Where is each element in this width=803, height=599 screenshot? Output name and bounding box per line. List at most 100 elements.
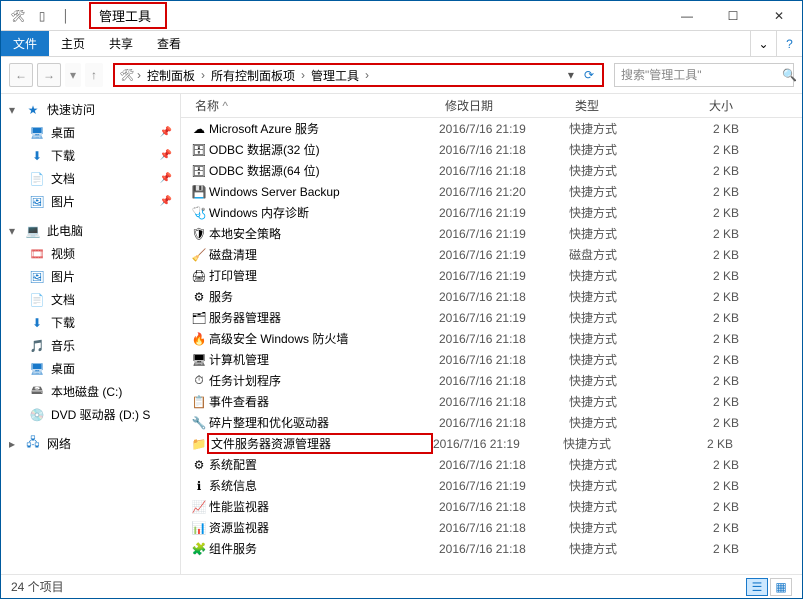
- file-row[interactable]: 📋事件查看器2016/7/16 21:18快捷方式2 KB: [181, 391, 802, 412]
- file-date: 2016/7/16 21:18: [439, 164, 569, 178]
- file-row[interactable]: ℹ系统信息2016/7/16 21:19快捷方式2 KB: [181, 475, 802, 496]
- file-row[interactable]: 📊资源监视器2016/7/16 21:18快捷方式2 KB: [181, 517, 802, 538]
- file-row[interactable]: 🩺Windows 内存诊断2016/7/16 21:19快捷方式2 KB: [181, 202, 802, 223]
- file-row[interactable]: 🖥计算机管理2016/7/16 21:18快捷方式2 KB: [181, 349, 802, 370]
- file-name: 服务: [209, 288, 439, 305]
- sidebar-music[interactable]: 🎵音乐: [1, 334, 180, 357]
- sidebar-desktop2[interactable]: 🖥桌面: [1, 357, 180, 380]
- file-date: 2016/7/16 21:18: [439, 500, 569, 514]
- sidebar-videos[interactable]: 🎞视频: [1, 242, 180, 265]
- file-row[interactable]: ⚙系统配置2016/7/16 21:18快捷方式2 KB: [181, 454, 802, 475]
- file-date: 2016/7/16 21:19: [439, 311, 569, 325]
- file-name: Microsoft Azure 服务: [209, 120, 439, 137]
- tab-share[interactable]: 共享: [97, 31, 145, 56]
- crumb-root[interactable]: 控制面板: [143, 67, 199, 84]
- maximize-button[interactable]: ☐: [710, 1, 756, 31]
- file-row[interactable]: ⚙服务2016/7/16 21:18快捷方式2 KB: [181, 286, 802, 307]
- file-row[interactable]: 🧹磁盘清理2016/7/16 21:19磁盘方式2 KB: [181, 244, 802, 265]
- file-type: 快捷方式: [569, 267, 669, 284]
- col-type[interactable]: 类型: [569, 97, 669, 114]
- search-box[interactable]: 🔍: [614, 63, 794, 87]
- address-dropdown-icon[interactable]: ▾: [564, 68, 578, 82]
- file-name: 本地安全策略: [209, 225, 439, 242]
- view-details-button[interactable]: ☰: [746, 578, 768, 596]
- sidebar-downloads[interactable]: ⬇下载📌: [1, 144, 180, 167]
- file-date: 2016/7/16 21:18: [439, 374, 569, 388]
- crumb-mid[interactable]: 所有控制面板项: [207, 67, 299, 84]
- pin-icon: 📌: [160, 150, 172, 161]
- file-date: 2016/7/16 21:19: [433, 437, 563, 451]
- file-row[interactable]: 🛡本地安全策略2016/7/16 21:19快捷方式2 KB: [181, 223, 802, 244]
- search-input[interactable]: [621, 68, 776, 82]
- sidebar-dvd[interactable]: 💿DVD 驱动器 (D:) S: [1, 403, 180, 426]
- file-icon: 🧩: [189, 542, 209, 556]
- file-name: Windows 内存诊断: [209, 204, 439, 221]
- tab-file[interactable]: 文件: [1, 31, 49, 56]
- file-row[interactable]: 🗄ODBC 数据源(32 位)2016/7/16 21:18快捷方式2 KB: [181, 139, 802, 160]
- file-size: 2 KB: [669, 164, 739, 178]
- sidebar-cdrive[interactable]: 🖴本地磁盘 (C:): [1, 380, 180, 403]
- minimize-button[interactable]: —: [664, 1, 710, 31]
- sidebar-this-pc[interactable]: ▾💻 此电脑: [1, 219, 180, 242]
- help-button[interactable]: ?: [776, 31, 802, 56]
- file-row[interactable]: 📈性能监视器2016/7/16 21:18快捷方式2 KB: [181, 496, 802, 517]
- file-row[interactable]: ☁Microsoft Azure 服务2016/7/16 21:19快捷方式2 …: [181, 118, 802, 139]
- file-date: 2016/7/16 21:19: [439, 248, 569, 262]
- ribbon-expand-button[interactable]: ⌄: [750, 31, 776, 56]
- sidebar-pictures[interactable]: 🖼图片📌: [1, 190, 180, 213]
- file-row[interactable]: 🖨打印管理2016/7/16 21:19快捷方式2 KB: [181, 265, 802, 286]
- file-size: 2 KB: [669, 269, 739, 283]
- col-date[interactable]: 修改日期: [439, 97, 569, 114]
- file-row[interactable]: 🔧碎片整理和优化驱动器2016/7/16 21:18快捷方式2 KB: [181, 412, 802, 433]
- sidebar-desktop[interactable]: 🖥桌面📌: [1, 121, 180, 144]
- sidebar-documents2[interactable]: 📄文档: [1, 288, 180, 311]
- sidebar-network[interactable]: ▸🖧 网络: [1, 432, 180, 455]
- file-row[interactable]: 🔥高级安全 Windows 防火墙2016/7/16 21:18快捷方式2 KB: [181, 328, 802, 349]
- view-icons-button[interactable]: ▦: [770, 578, 792, 596]
- file-row[interactable]: 🗄ODBC 数据源(64 位)2016/7/16 21:18快捷方式2 KB: [181, 160, 802, 181]
- file-type: 快捷方式: [569, 393, 669, 410]
- file-type: 快捷方式: [569, 540, 669, 557]
- download-icon: ⬇: [29, 148, 45, 164]
- file-size: 2 KB: [669, 542, 739, 556]
- nav-forward-button[interactable]: →: [37, 63, 61, 87]
- chevron-right-icon: ›: [301, 68, 305, 82]
- crumb-leaf[interactable]: 管理工具: [307, 67, 363, 84]
- close-button[interactable]: ✕: [756, 1, 802, 31]
- chevron-right-icon: ›: [201, 68, 205, 82]
- refresh-icon[interactable]: ⟳: [580, 68, 598, 82]
- file-name: 高级安全 Windows 防火墙: [209, 330, 439, 347]
- column-headers: 名称 ^ 修改日期 类型 大小: [181, 94, 802, 118]
- file-type: 磁盘方式: [569, 246, 669, 263]
- file-type: 快捷方式: [569, 183, 669, 200]
- file-size: 2 KB: [669, 206, 739, 220]
- nav-history-dropdown[interactable]: ▾: [65, 63, 81, 87]
- tab-home[interactable]: 主页: [49, 31, 97, 56]
- breadcrumb-bar[interactable]: 🛠 › 控制面板 › 所有控制面板项 › 管理工具 › ▾ ⟳: [113, 63, 604, 87]
- file-name: 组件服务: [209, 540, 439, 557]
- col-size[interactable]: 大小: [669, 97, 739, 114]
- file-name: 系统配置: [209, 456, 439, 473]
- sidebar-quick-access[interactable]: ▾★ 快速访问: [1, 98, 180, 121]
- file-row[interactable]: ⏱任务计划程序2016/7/16 21:18快捷方式2 KB: [181, 370, 802, 391]
- ribbon-tabs: 文件 主页 共享 查看 ⌄ ?: [1, 31, 802, 57]
- file-row[interactable]: 🗂服务器管理器2016/7/16 21:19快捷方式2 KB: [181, 307, 802, 328]
- chevron-right-icon: ›: [137, 68, 141, 82]
- col-name[interactable]: 名称 ^: [189, 97, 439, 114]
- file-date: 2016/7/16 21:19: [439, 479, 569, 493]
- file-row[interactable]: 📁文件服务器资源管理器2016/7/16 21:19快捷方式2 KB: [181, 433, 802, 454]
- main-area: ▾★ 快速访问 🖥桌面📌 ⬇下载📌 📄文档📌 🖼图片📌 ▾💻 此电脑 🎞视频 🖼…: [1, 93, 802, 574]
- sidebar-downloads2[interactable]: ⬇下载: [1, 311, 180, 334]
- search-icon[interactable]: 🔍: [782, 68, 797, 82]
- sidebar-documents[interactable]: 📄文档📌: [1, 167, 180, 190]
- file-type: 快捷方式: [569, 330, 669, 347]
- nav-back-button[interactable]: ←: [9, 63, 33, 87]
- nav-up-button[interactable]: ↑: [85, 63, 103, 87]
- file-row[interactable]: 🧩组件服务2016/7/16 21:18快捷方式2 KB: [181, 538, 802, 559]
- sidebar-pictures2[interactable]: 🖼图片: [1, 265, 180, 288]
- tab-view[interactable]: 查看: [145, 31, 193, 56]
- document-icon: 📄: [29, 171, 45, 187]
- file-icon: ⏱: [189, 373, 209, 388]
- file-list: 名称 ^ 修改日期 类型 大小 ☁Microsoft Azure 服务2016/…: [181, 94, 802, 574]
- file-row[interactable]: 💾Windows Server Backup2016/7/16 21:20快捷方…: [181, 181, 802, 202]
